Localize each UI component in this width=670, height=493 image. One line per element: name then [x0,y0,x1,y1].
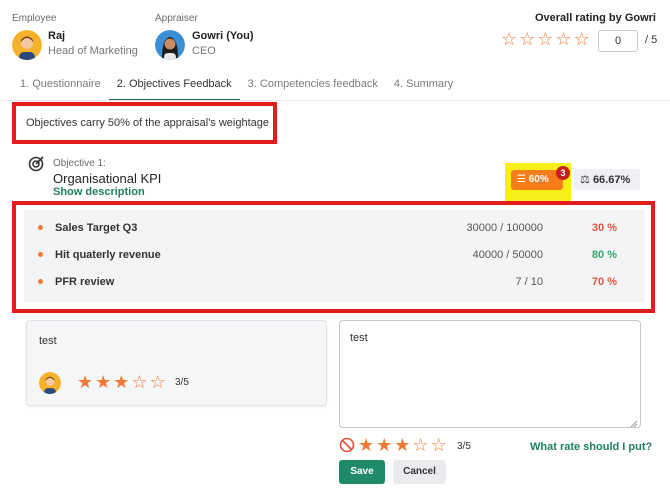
male-avatar-icon [12,30,42,60]
overall-rating-stars[interactable]: ☆ ☆ ☆ ☆ ☆ [501,30,590,48]
kpi-name: Sales Target Q3 [55,222,138,234]
objective-weight-badge: ⚖ 66.67% [574,169,640,190]
star-icon[interactable]: ☆ [519,30,535,48]
star-filled-icon: ★ [95,372,112,392]
male-avatar-icon [39,372,61,394]
star-filled-icon[interactable]: ★ [394,436,410,454]
kpi-row: Hit quaterly revenue 40000 / 50000 80 % [24,246,645,266]
star-filled-icon[interactable]: ★ [376,436,392,454]
employee-feedback-text: test [39,335,57,347]
star-icon[interactable]: ☆ [537,30,553,48]
rating-help-link[interactable]: What rate should I put? [530,441,652,453]
cancel-button[interactable]: Cancel [393,460,446,484]
bullet-icon [38,252,43,257]
kpi-progress-value: 60% [528,174,549,185]
bullet-icon [38,225,43,230]
star-icon[interactable]: ☆ [501,30,517,48]
bullet-icon [38,279,43,284]
kpi-value: 7 / 10 [515,276,543,288]
star-icon[interactable]: ☆ [412,436,428,454]
appraiser-rating-text: 3/5 [457,441,471,452]
employee-rating-stars: ★ ★ ★ ☆ ☆ [77,373,166,391]
tab-objectives-feedback[interactable]: 2. Objectives Feedback [108,72,240,101]
tab-summary[interactable]: 4. Summary [386,72,461,101]
appraiser-role-label: Appraiser [155,13,198,24]
employee-rating-text: 3/5 [175,377,189,388]
kpi-row: Sales Target Q3 30000 / 100000 30 % [24,219,645,239]
show-description-link[interactable]: Show description [53,186,145,198]
appraiser-rating-stars[interactable]: ★ ★ ★ ☆ ☆ [358,436,447,454]
clear-rating-icon[interactable] [339,437,355,456]
kpi-percent: 30 % [591,222,617,234]
kpi-percent: 80 % [591,249,617,261]
kpi-row: PFR review 7 / 10 70 % [24,273,645,293]
star-filled-icon: ★ [77,372,94,392]
star-icon: ☆ [149,372,166,392]
tab-questionnaire[interactable]: 1. Questionnaire [12,72,109,101]
objective-number-label: Objective 1: [53,158,106,169]
balance-scale-icon: ⚖ [580,174,590,186]
kpi-name: Hit quaterly revenue [55,249,161,261]
star-filled-icon: ★ [113,372,130,392]
employee-title: Head of Marketing [48,45,138,57]
star-icon: ☆ [131,372,148,392]
objective-weight-value: 66.67% [592,174,631,186]
appraiser-feedback-text: test [350,332,368,344]
kpi-value: 40000 / 50000 [472,249,543,261]
target-icon [28,156,44,175]
objective-title: Organisational KPI [53,171,162,186]
objectives-weightage-text: Objectives carry 50% of the appraisal's … [26,117,270,129]
star-icon[interactable]: ☆ [431,436,447,454]
star-icon[interactable]: ☆ [574,30,590,48]
employee-role-label: Employee [12,13,57,24]
overall-rating-label: Overall rating by Gowri [534,12,656,24]
save-button[interactable]: Save [339,460,385,484]
overall-rating-total: / 5 [645,34,658,46]
tab-bar: 1. Questionnaire 2. Objectives Feedback … [12,72,461,101]
kpi-count-badge: 3 [556,166,570,180]
tab-divider [0,100,670,101]
star-filled-icon[interactable]: ★ [358,436,374,454]
kpi-list: Sales Target Q3 30000 / 100000 30 % Hit … [24,210,645,302]
appraiser-feedback-textarea[interactable]: test [339,320,641,428]
resize-handle-icon[interactable] [630,417,638,428]
employee-name: Raj [48,30,66,42]
appraiser-name: Gowri (You) [192,30,254,42]
kpi-name: PFR review [55,276,115,288]
kpi-percent: 70 % [591,276,617,288]
employee-feedback-card: test ★ ★ ★ ☆ ☆ 3/5 [26,320,327,406]
appraiser-title: CEO [192,45,216,57]
kpi-value: 30000 / 100000 [466,222,543,234]
star-icon[interactable]: ☆ [555,30,571,48]
female-avatar-icon [155,30,185,60]
overall-rating-input[interactable] [598,30,638,52]
list-check-icon: ☰ [517,174,526,185]
tab-competencies-feedback[interactable]: 3. Competencies feedback [240,72,386,101]
